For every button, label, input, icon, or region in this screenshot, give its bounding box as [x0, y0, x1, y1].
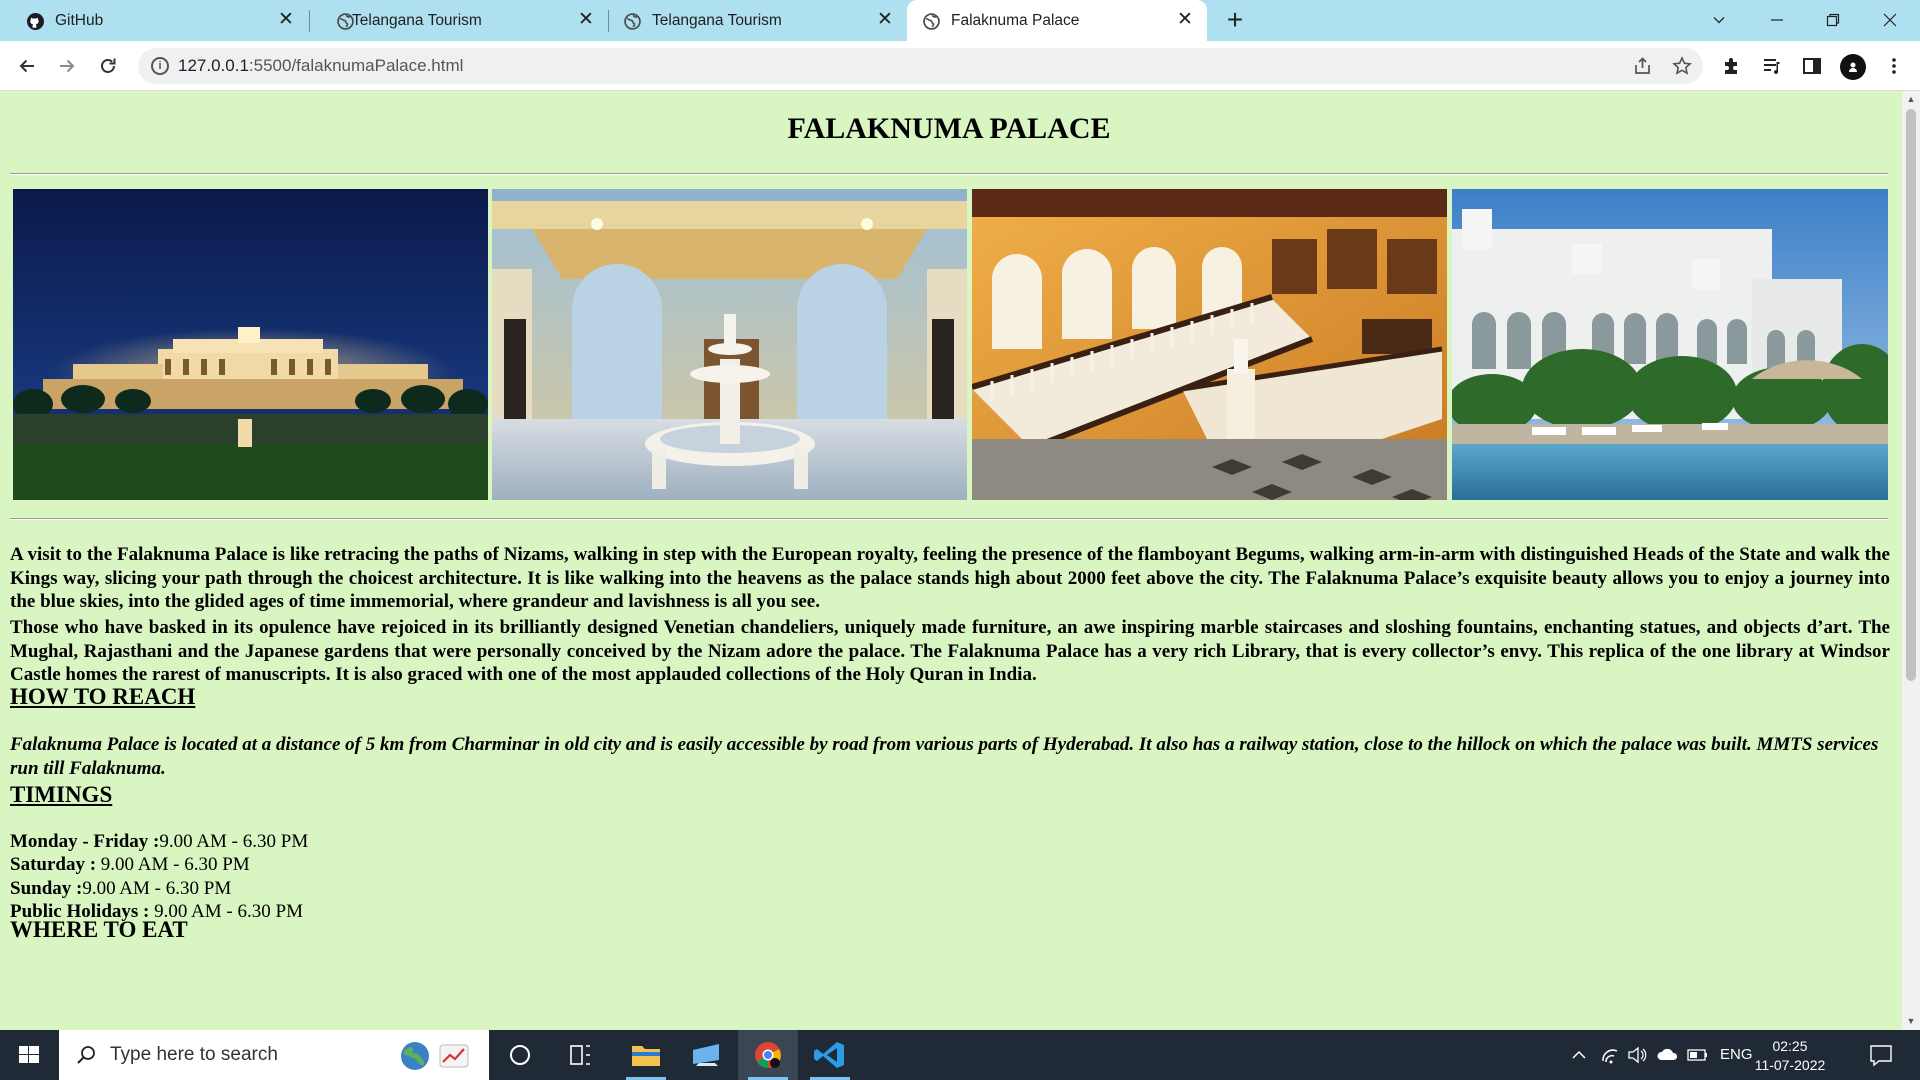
new-tab-icon[interactable]: + [1222, 6, 1248, 34]
close-tab-icon[interactable]: ✕ [875, 10, 895, 30]
onedrive-cloud-icon[interactable] [1656, 1030, 1680, 1080]
system-clock[interactable]: 02:25 11-07-2022 [1750, 1037, 1830, 1075]
page-title: FALAKNUMA PALACE [787, 112, 1111, 145]
scrollbar-thumb[interactable] [1906, 109, 1916, 681]
show-hidden-icons-chevron-icon[interactable] [1568, 1030, 1590, 1080]
tab-strip: GitHub ✕ Telangana Tourism ✕ Telangana T… [0, 0, 1920, 41]
scroll-down-icon[interactable]: ▼ [1906, 1016, 1916, 1026]
tab-telangana-tourism-2[interactable]: Telangana Tourism ✕ [609, 0, 907, 41]
close-tab-icon[interactable]: ✕ [276, 10, 296, 30]
intro-paragraph: A visit to the Falaknuma Palace is like … [10, 544, 1890, 612]
staircase-photo [972, 189, 1447, 500]
tab-title: Falaknuma Palace [951, 12, 1080, 29]
github-icon [27, 13, 44, 30]
tab-github[interactable]: GitHub ✕ [0, 0, 308, 41]
cortana-icon[interactable] [490, 1030, 550, 1080]
network-icon[interactable] [1600, 1030, 1620, 1080]
search-icon [75, 1043, 99, 1067]
task-view-icon[interactable] [550, 1030, 610, 1080]
horizontal-rule [10, 518, 1888, 520]
chrome-icon[interactable] [738, 1030, 798, 1080]
share-icon[interactable] [1631, 54, 1655, 78]
windows-start-icon[interactable] [0, 1030, 58, 1080]
globe-icon [624, 13, 641, 30]
close-tab-icon[interactable]: ✕ [1175, 10, 1195, 30]
forward-arrow-icon[interactable] [52, 51, 82, 81]
timings-heading: TIMINGS [10, 782, 113, 807]
search-placeholder: Type here to search [110, 1044, 278, 1065]
palace-night-photo [13, 189, 488, 500]
how-to-reach-heading: HOW TO REACH [10, 684, 196, 709]
tab-search-chevron-icon[interactable] [1704, 6, 1734, 34]
where-to-eat-heading: WHERE TO EAT [10, 917, 188, 942]
close-window-icon[interactable] [1875, 6, 1905, 34]
timing-row: Saturday : 9.00 AM - 6.30 PM [10, 854, 250, 876]
language-indicator[interactable]: ENG [1720, 1030, 1753, 1080]
restore-icon[interactable] [1818, 6, 1848, 34]
how-to-reach-text: Falaknuma Palace is located at a distanc… [10, 734, 1879, 779]
timings-list: Monday - Friday :9.00 AM - 6.30 PM Satur… [10, 830, 308, 923]
browser-toolbar: i 127.0.0.1:5500/falaknumaPalace.html [0, 41, 1920, 91]
opulence-paragraph: Those who have basked in its opulence ha… [10, 617, 1890, 685]
clock-time: 02:25 [1772, 1038, 1808, 1054]
globe-search-highlight-icon[interactable] [399, 1040, 431, 1072]
page-scrollbar[interactable]: ▲ ▼ [1902, 91, 1920, 1030]
fountain-hall-photo [492, 189, 967, 500]
profile-avatar[interactable] [1840, 54, 1866, 80]
timing-row: Sunday :9.00 AM - 6.30 PM [10, 877, 232, 899]
file-explorer-icon[interactable] [616, 1030, 676, 1080]
bookmark-star-icon[interactable] [1670, 54, 1694, 78]
globe-icon [923, 13, 940, 30]
site-info-icon[interactable]: i [151, 57, 169, 75]
taskbar-search-box[interactable]: Type here to search [59, 1030, 489, 1080]
clock-date: 11-07-2022 [1754, 1057, 1826, 1073]
battery-icon[interactable] [1686, 1030, 1710, 1080]
close-tab-icon[interactable]: ✕ [576, 10, 596, 30]
page-viewport: FALAKNUMA PALACE A visit to the Falaknum… [0, 91, 1920, 1030]
tab-title: Telangana Tourism [352, 12, 482, 29]
volume-icon[interactable] [1626, 1030, 1648, 1080]
tab-title: Telangana Tourism [652, 12, 782, 29]
media-queue-icon[interactable] [1758, 52, 1786, 80]
notifications-icon[interactable] [1866, 1030, 1896, 1080]
reload-icon[interactable] [93, 51, 123, 81]
tab-falaknuma-palace[interactable]: Falaknuma Palace ✕ [907, 0, 1207, 41]
timing-row: Monday - Friday :9.00 AM - 6.30 PM [10, 831, 309, 852]
side-panel-icon[interactable] [1798, 52, 1826, 80]
vscode-icon[interactable] [800, 1030, 860, 1080]
windows-taskbar: Type here to search ENG 02:25 11-07-2022 [0, 1030, 1920, 1080]
tab-title: GitHub [55, 12, 104, 29]
chart-widget-icon[interactable] [439, 1042, 469, 1070]
back-arrow-icon[interactable] [12, 51, 42, 81]
palace-pool-photo [1452, 189, 1888, 500]
horizontal-rule [10, 173, 1888, 175]
pc-manager-icon[interactable] [676, 1030, 736, 1080]
minimize-icon[interactable] [1762, 6, 1792, 34]
more-menu-icon[interactable] [1880, 52, 1908, 80]
scroll-up-icon[interactable]: ▲ [1906, 94, 1916, 104]
address-bar[interactable]: i 127.0.0.1:5500/falaknumaPalace.html [138, 48, 1703, 84]
extensions-puzzle-icon[interactable] [1718, 52, 1746, 80]
url-text: 127.0.0.1:5500/falaknumaPalace.html [178, 56, 464, 75]
tab-telangana-tourism-1[interactable]: Telangana Tourism ✕ [310, 0, 608, 41]
